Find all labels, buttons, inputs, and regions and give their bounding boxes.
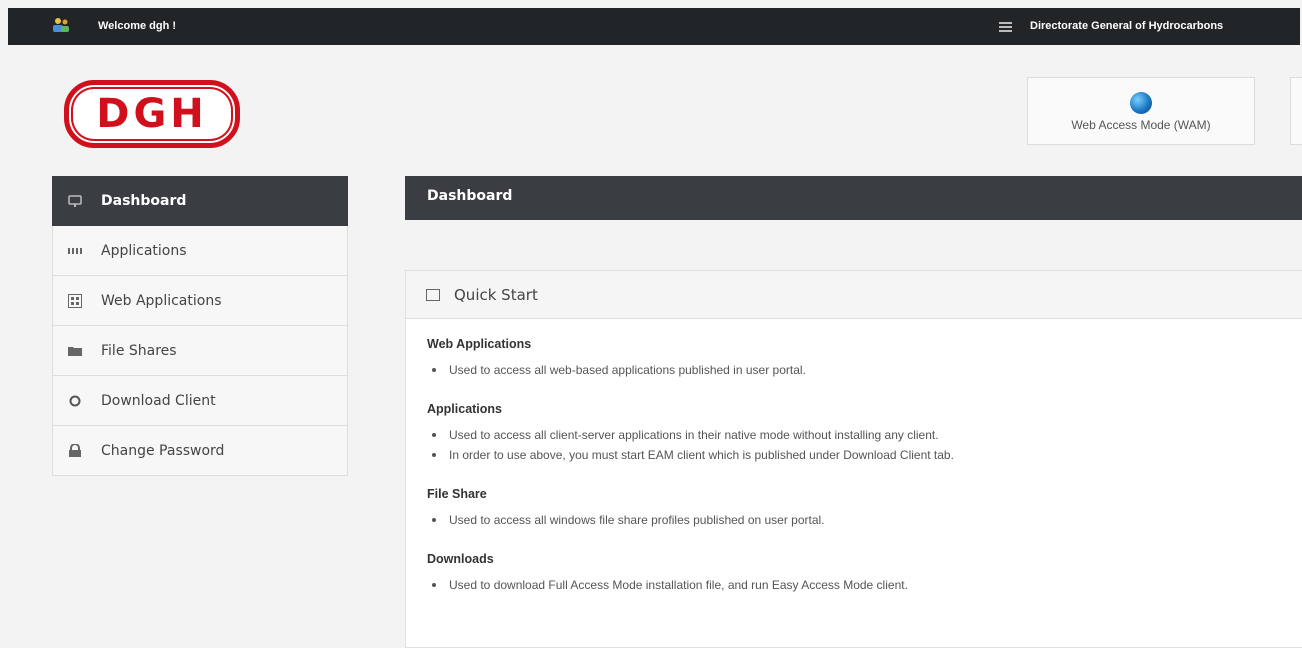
monitor-icon bbox=[67, 194, 83, 208]
globe-icon bbox=[1130, 92, 1152, 114]
web-apps-icon bbox=[67, 293, 83, 308]
sidebar-item-download-client[interactable]: Download Client bbox=[52, 376, 348, 426]
list-item: Used to access all web-based application… bbox=[427, 360, 1302, 380]
users-icon bbox=[53, 18, 69, 32]
sidebar-item-label: Download Client bbox=[101, 392, 216, 409]
grid-icon bbox=[67, 244, 83, 258]
quick-start-body: Web Applications Used to access all web-… bbox=[406, 319, 1302, 595]
sidebar-item-applications[interactable]: Applications bbox=[52, 226, 348, 276]
section-downloads: Downloads Used to download Full Access M… bbox=[427, 552, 1302, 595]
sidebar-item-dashboard[interactable]: Dashboard bbox=[52, 176, 348, 226]
list-item: Used to access all client-server applica… bbox=[427, 425, 1302, 445]
page-title: Dashboard bbox=[405, 176, 1302, 220]
section-title: Downloads bbox=[427, 552, 494, 566]
top-bar: Welcome dgh ! Directorate General of Hyd… bbox=[8, 8, 1300, 45]
web-access-mode-button[interactable]: Web Access Mode (WAM) bbox=[1027, 77, 1255, 145]
dgh-logo[interactable]: DGH bbox=[64, 80, 240, 148]
list-item: In order to use above, you must start EA… bbox=[427, 445, 1302, 465]
menu-icon[interactable] bbox=[999, 22, 1012, 32]
quick-start-panel: Quick Start Web Applications Used to acc… bbox=[405, 270, 1302, 648]
sidebar-item-label: Dashboard bbox=[101, 193, 187, 209]
section-title: Applications bbox=[427, 402, 503, 416]
list-item: Used to access all windows file share pr… bbox=[427, 510, 1302, 530]
section-file-share: File Share Used to access all windows fi… bbox=[427, 487, 1302, 530]
list-item: Used to download Full Access Mode instal… bbox=[427, 575, 1302, 595]
section-applications: Applications Used to access all client-s… bbox=[427, 402, 1302, 465]
lock-icon bbox=[67, 444, 83, 458]
edit-icon bbox=[426, 288, 440, 301]
quick-start-title: Quick Start bbox=[454, 285, 538, 304]
sidebar-item-label: File Shares bbox=[101, 342, 177, 359]
sidebar: Dashboard Applications Web Applications … bbox=[52, 176, 348, 476]
quick-start-header: Quick Start bbox=[406, 271, 1302, 319]
welcome-text: Welcome dgh ! bbox=[98, 20, 177, 32]
section-title: File Share bbox=[427, 487, 487, 501]
wam-label: Web Access Mode (WAM) bbox=[1071, 118, 1211, 132]
circle-icon bbox=[67, 394, 83, 408]
next-mode-button[interactable] bbox=[1290, 77, 1302, 145]
sidebar-item-change-password[interactable]: Change Password bbox=[52, 426, 348, 476]
section-title: Web Applications bbox=[427, 337, 532, 351]
sidebar-item-file-shares[interactable]: File Shares bbox=[52, 326, 348, 376]
sidebar-item-label: Web Applications bbox=[101, 292, 222, 309]
organization-name[interactable]: Directorate General of Hydrocarbons bbox=[1030, 20, 1223, 32]
sidebar-item-web-applications[interactable]: Web Applications bbox=[52, 276, 348, 326]
sidebar-item-label: Change Password bbox=[101, 442, 225, 459]
folder-icon bbox=[67, 344, 83, 358]
section-web-applications: Web Applications Used to access all web-… bbox=[427, 337, 1302, 380]
sidebar-item-label: Applications bbox=[101, 242, 187, 259]
